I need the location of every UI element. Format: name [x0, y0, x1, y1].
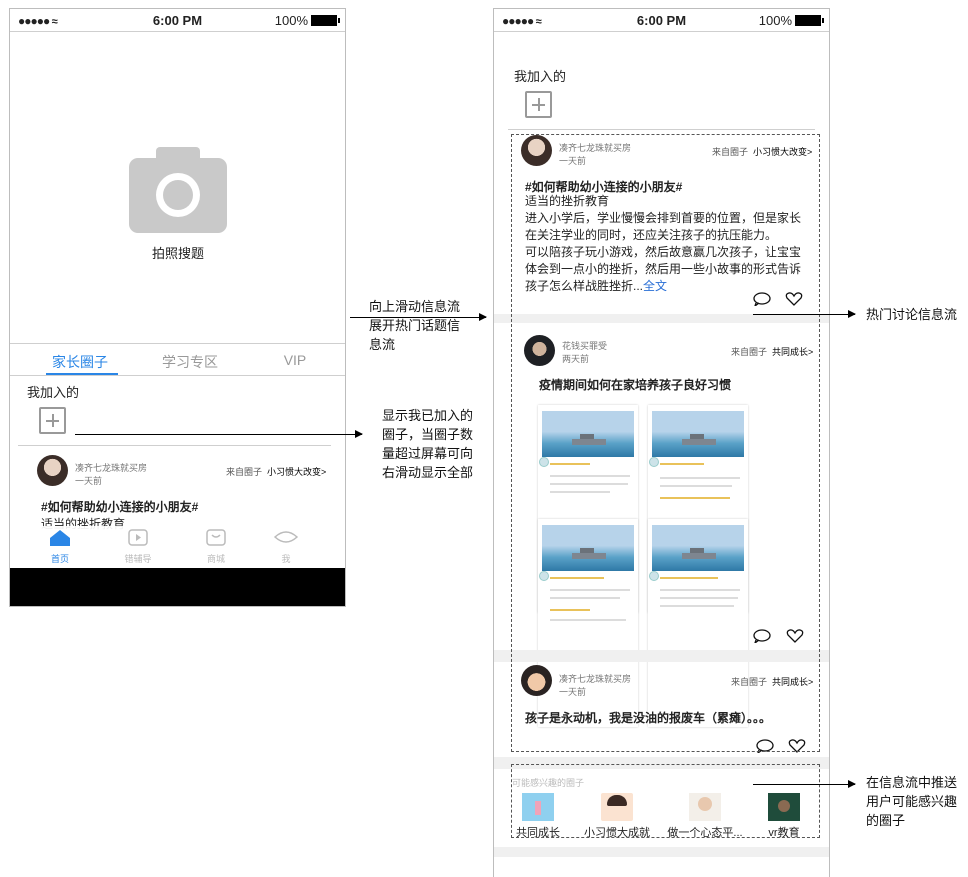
annotation-hot: 热门讨论信息流	[866, 307, 958, 322]
joined-title: 我加入的	[27, 385, 80, 400]
post-time: 一天前	[75, 476, 103, 486]
bottom-nav: 首页 错辅导 商城 我	[10, 526, 345, 568]
annotation-scroll: 向上滑动信息流展开热门话题信息流	[369, 299, 461, 352]
annotation-arrow	[753, 310, 856, 318]
nav-me[interactable]: 我	[268, 529, 304, 565]
battery-icon	[311, 15, 340, 26]
profile-icon	[273, 531, 299, 543]
tab-study-zone[interactable]: 学习专区	[150, 352, 230, 372]
status-bar: ●●●●● ≈ 6:00 PM 100%	[494, 9, 829, 31]
annotation-arrow	[75, 430, 363, 438]
tab-parent-circle[interactable]: 家长圈子	[40, 352, 120, 372]
annotation-joined: 显示我已加入的圈子，当圈子数量超过屏幕可向右滑动显示全部	[382, 408, 474, 480]
annotation-arrow	[753, 780, 856, 788]
left-phone-screen: ●●●●● ≈ 6:00 PM 100% 拍照搜题 家长圈子 学习专区 VIP …	[9, 8, 346, 607]
joined-title: 我加入的	[514, 69, 567, 84]
add-circle-icon[interactable]	[39, 407, 66, 434]
annotation-recommend: 在信息流中推送用户可能感兴趣的圈子	[866, 775, 958, 828]
post-source[interactable]: 来自圈子 小习惯大改变>	[226, 465, 326, 478]
photo-search-label: 拍照搜题	[151, 246, 204, 261]
home-icon	[50, 530, 70, 546]
nav-mall[interactable]: 商城	[198, 529, 234, 565]
post-author[interactable]: 凑齐七龙珠就买房	[75, 461, 147, 474]
battery-indicator: 100%	[759, 13, 824, 28]
status-bar: ●●●●● ≈ 6:00 PM 100%	[10, 9, 345, 31]
post-title[interactable]: #如何帮助幼小连接的小朋友#	[41, 498, 198, 515]
nav-tutor[interactable]: 错辅导	[118, 529, 158, 565]
battery-indicator: 100%	[275, 13, 340, 28]
nav-home[interactable]: 首页	[42, 529, 78, 565]
avatar[interactable]	[37, 455, 68, 486]
tab-vip[interactable]: VIP	[265, 352, 325, 368]
battery-icon	[795, 15, 824, 26]
feed-divider	[494, 847, 829, 857]
add-circle-icon[interactable]	[525, 91, 552, 118]
play-icon	[128, 529, 148, 546]
photo-search-button[interactable]: 拍照搜题	[128, 147, 228, 267]
device-bottom-bezel	[10, 568, 345, 606]
camera-icon	[129, 147, 227, 233]
recommend-highlight	[511, 764, 820, 838]
shop-icon	[206, 529, 226, 546]
right-phone-screen: ●●●●● ≈ 6:00 PM 100% 我加入的 凑齐七龙珠就买房 一天前 来…	[493, 8, 830, 877]
hot-feed-highlight	[511, 134, 820, 752]
